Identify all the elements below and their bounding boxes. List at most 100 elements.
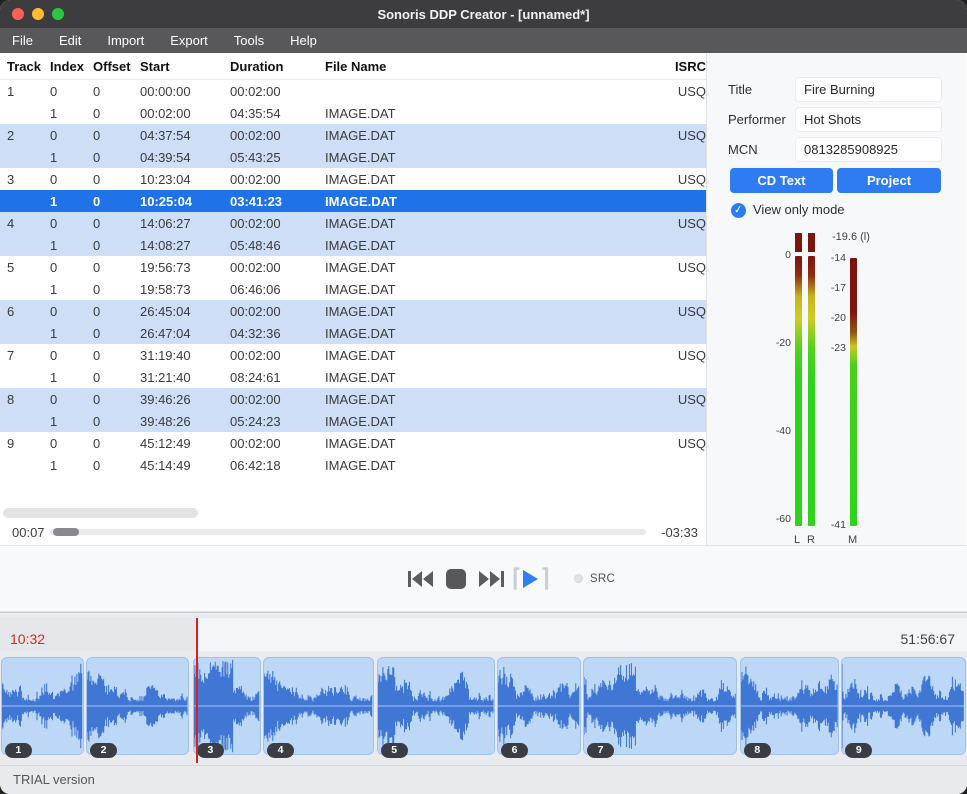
table-row[interactable]: 1031:21:4008:24:61IMAGE.DAT bbox=[0, 366, 706, 388]
cell-offset: 0 bbox=[91, 282, 138, 297]
table-row[interactable]: 30010:23:0400:02:00IMAGE.DATUSQ bbox=[0, 168, 706, 190]
column-header-dur[interactable]: Duration bbox=[228, 59, 323, 74]
waveform-segment[interactable] bbox=[841, 657, 965, 755]
track-marker[interactable]: 7 bbox=[587, 743, 614, 758]
waveform-segment[interactable] bbox=[583, 657, 737, 755]
table-row[interactable]: 1000:02:0004:35:54IMAGE.DAT bbox=[0, 102, 706, 124]
cell-offset: 0 bbox=[91, 194, 138, 209]
stop-icon bbox=[446, 569, 466, 589]
menu-item-import[interactable]: Import bbox=[107, 33, 144, 48]
table-row[interactable]: 70031:19:4000:02:00IMAGE.DATUSQ bbox=[0, 344, 706, 366]
waveform-segment[interactable] bbox=[740, 657, 839, 755]
column-header-file[interactable]: File Name bbox=[323, 59, 640, 74]
table-row[interactable]: 40014:06:2700:02:00IMAGE.DATUSQ bbox=[0, 212, 706, 234]
track-marker[interactable]: 5 bbox=[381, 743, 408, 758]
menu-item-export[interactable]: Export bbox=[170, 33, 208, 48]
cell-index: 0 bbox=[48, 216, 91, 231]
cell-start: 00:02:00 bbox=[138, 106, 228, 121]
src-label: SRC bbox=[590, 573, 615, 585]
seek-slider-thumb[interactable] bbox=[53, 528, 79, 536]
track-marker[interactable]: 9 bbox=[845, 743, 872, 758]
cell-start: 14:06:27 bbox=[138, 216, 228, 231]
menu-item-file[interactable]: File bbox=[12, 33, 33, 48]
cell-dur: 00:02:00 bbox=[228, 172, 323, 187]
table-row[interactable]: 80039:46:2600:02:00IMAGE.DATUSQ bbox=[0, 388, 706, 410]
cell-file: IMAGE.DAT bbox=[323, 238, 640, 253]
cell-file: IMAGE.DAT bbox=[323, 150, 640, 165]
cell-start: 26:45:04 bbox=[138, 304, 228, 319]
m-scale-20: -20 bbox=[816, 312, 846, 324]
table-row[interactable]: 10000:00:0000:02:00USQ bbox=[0, 80, 706, 102]
track-marker[interactable]: 3 bbox=[197, 743, 224, 758]
table-row[interactable]: 1019:58:7306:46:06IMAGE.DAT bbox=[0, 278, 706, 300]
cell-start: 10:23:04 bbox=[138, 172, 228, 187]
track-marker[interactable]: 1 bbox=[5, 743, 32, 758]
track-marker[interactable]: 6 bbox=[501, 743, 528, 758]
cell-file: IMAGE.DAT bbox=[323, 414, 640, 429]
menu-item-edit[interactable]: Edit bbox=[59, 33, 81, 48]
menu-item-help[interactable]: Help bbox=[290, 33, 317, 48]
cell-offset: 0 bbox=[91, 150, 138, 165]
skip-forward-button[interactable] bbox=[478, 566, 504, 592]
cell-offset: 0 bbox=[91, 304, 138, 319]
horizontal-scrollbar[interactable] bbox=[3, 508, 198, 518]
waveform-segment[interactable] bbox=[497, 657, 581, 755]
cell-start: 14:08:27 bbox=[138, 238, 228, 253]
table-row[interactable]: 1014:08:2705:48:46IMAGE.DAT bbox=[0, 234, 706, 256]
waveform-segment[interactable] bbox=[86, 657, 189, 755]
cell-isrc: USQ bbox=[640, 84, 707, 99]
cell-start: 26:47:04 bbox=[138, 326, 228, 341]
cell-track: 6 bbox=[0, 304, 48, 319]
table-row[interactable]: 50019:56:7300:02:00IMAGE.DATUSQ bbox=[0, 256, 706, 278]
table-row[interactable]: 1004:39:5405:43:25IMAGE.DAT bbox=[0, 146, 706, 168]
project-button[interactable]: Project bbox=[837, 168, 941, 193]
cd-text-button[interactable]: CD Text bbox=[730, 168, 833, 193]
title-field[interactable] bbox=[795, 77, 942, 102]
track-table-body: 10000:00:0000:02:00USQ1000:02:0004:35:54… bbox=[0, 80, 706, 476]
column-header-index[interactable]: Index bbox=[48, 59, 91, 74]
menu-item-tools[interactable]: Tools bbox=[234, 33, 264, 48]
cell-file: IMAGE.DAT bbox=[323, 216, 640, 231]
table-row[interactable]: 1010:25:0403:41:23IMAGE.DAT bbox=[0, 190, 706, 212]
waveform-graphic bbox=[87, 658, 188, 754]
column-header-offset[interactable]: Offset bbox=[91, 59, 138, 74]
waveform-section: 10:32 51:56:67 1 2 3 4 5 6 7 8 9 bbox=[0, 612, 967, 765]
waveform-segment[interactable] bbox=[1, 657, 84, 755]
column-header-isrc[interactable]: ISRC bbox=[640, 59, 707, 74]
view-only-checkbox[interactable]: ✓ bbox=[730, 202, 747, 219]
cell-file: IMAGE.DAT bbox=[323, 370, 640, 385]
track-marker[interactable]: 4 bbox=[267, 743, 294, 758]
waveform-segment[interactable] bbox=[193, 657, 261, 755]
mcn-field[interactable] bbox=[795, 137, 942, 162]
seek-slider[interactable] bbox=[50, 529, 646, 535]
table-row[interactable]: 1039:48:2605:24:23IMAGE.DAT bbox=[0, 410, 706, 432]
table-row[interactable]: 1045:14:4906:42:18IMAGE.DAT bbox=[0, 454, 706, 476]
table-row[interactable]: 20004:37:5400:02:00IMAGE.DATUSQ bbox=[0, 124, 706, 146]
waveform-segment[interactable] bbox=[377, 657, 495, 755]
waveform-segment[interactable] bbox=[263, 657, 374, 755]
table-row[interactable]: 90045:12:4900:02:00IMAGE.DATUSQ bbox=[0, 432, 706, 454]
track-marker[interactable]: 2 bbox=[90, 743, 117, 758]
m-scale-14: -14 bbox=[816, 252, 846, 264]
cell-offset: 0 bbox=[91, 370, 138, 385]
play-button[interactable]: ⌈ ⌉ bbox=[516, 564, 546, 594]
column-header-track[interactable]: Track bbox=[0, 59, 48, 74]
table-row[interactable]: 1026:47:0404:32:36IMAGE.DAT bbox=[0, 322, 706, 344]
cd-info-panel: Title Performer MCN CD Text Project ✓ Vi… bbox=[707, 53, 966, 545]
lr-scale-40: -40 bbox=[761, 425, 791, 437]
table-row[interactable]: 60026:45:0400:02:00IMAGE.DATUSQ bbox=[0, 300, 706, 322]
waveform-graphic bbox=[584, 658, 736, 754]
stop-button[interactable] bbox=[446, 566, 466, 592]
column-header-start[interactable]: Start bbox=[138, 59, 228, 74]
cell-index: 1 bbox=[48, 238, 91, 253]
performer-field[interactable] bbox=[795, 107, 942, 132]
channel-label-left: L bbox=[794, 534, 800, 546]
waveform-graphic bbox=[741, 658, 838, 754]
cell-start: 10:25:04 bbox=[138, 194, 228, 209]
track-marker[interactable]: 8 bbox=[744, 743, 771, 758]
cell-start: 04:37:54 bbox=[138, 128, 228, 143]
timeline-strip[interactable]: 10:32 51:56:67 bbox=[0, 618, 967, 651]
playhead-line[interactable] bbox=[196, 618, 198, 763]
skip-back-button[interactable] bbox=[408, 566, 434, 592]
cell-start: 39:48:26 bbox=[138, 414, 228, 429]
